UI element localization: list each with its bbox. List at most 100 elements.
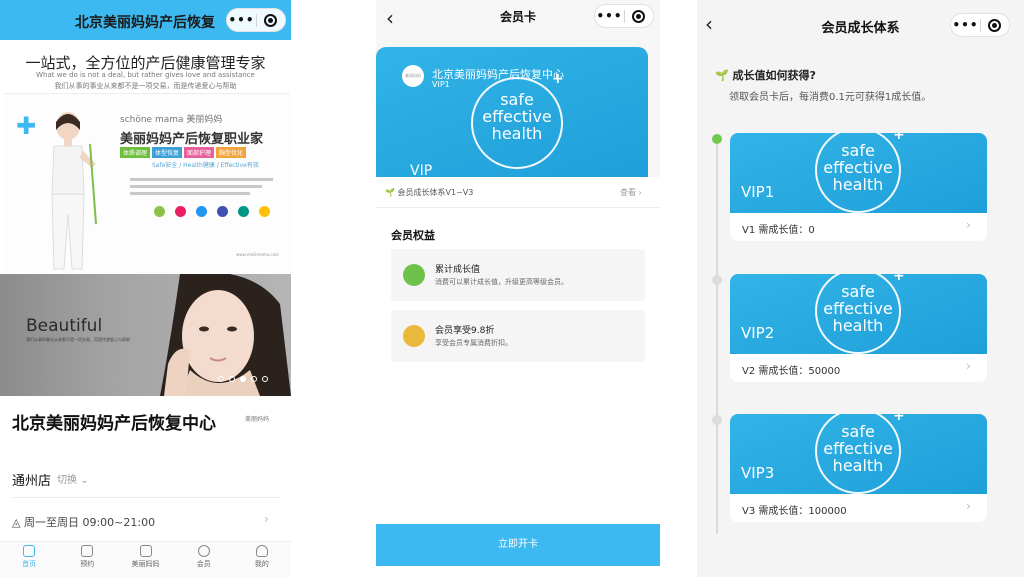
open-card-button[interactable]: 立即开卡 bbox=[376, 524, 660, 566]
timeline-dot bbox=[712, 415, 722, 425]
feature-icons bbox=[154, 206, 270, 217]
banner-subline: 我们从事的事业从来都不是一项交易，而是传递爱心与帮助 bbox=[26, 337, 130, 342]
timeline-dot-active bbox=[712, 134, 722, 144]
carousel-dot[interactable] bbox=[218, 376, 224, 382]
level-requirement: V3 需成长值：100000 bbox=[742, 506, 847, 517]
carousel-dot[interactable] bbox=[229, 376, 235, 382]
benefit-desc: 消费可以累计成长值，升级更高等级会员。 bbox=[435, 278, 568, 286]
tab-label: 我的 bbox=[254, 560, 269, 568]
rights-title: 会员权益 bbox=[391, 229, 435, 242]
sprout-icon: 🌱 bbox=[385, 188, 395, 197]
store-name: 北京美丽妈妈产后恢复中心 bbox=[12, 414, 216, 434]
level-card-v3[interactable]: safe effective health + VIP3 V3 需成长值：100… bbox=[730, 414, 987, 522]
benefit-title: 会员享受9.8折 bbox=[435, 326, 495, 336]
branch-name: 通州店 bbox=[12, 474, 52, 489]
level-requirement: V2 需成长值：50000 bbox=[742, 366, 841, 377]
close-mini-program-button[interactable] bbox=[981, 18, 1009, 32]
tab-booking[interactable]: 预约 bbox=[58, 542, 116, 577]
mini-program-capsule: ••• bbox=[226, 8, 286, 32]
ring-word: health bbox=[832, 174, 884, 194]
promo-banner[interactable]: ✚ schöne mama 美丽妈妈 美丽妈妈产后恢复职业家 体质调理 体型恢复… bbox=[4, 93, 290, 273]
percent-icon bbox=[403, 325, 425, 347]
more-menu-button[interactable]: ••• bbox=[227, 13, 256, 27]
plus-icon: + bbox=[552, 71, 564, 87]
plus-icon: + bbox=[893, 133, 905, 143]
level-card-banner: safe effective health + VIP1 bbox=[730, 133, 987, 213]
carousel-indicators bbox=[218, 376, 268, 382]
face-image bbox=[160, 274, 291, 396]
carousel-dot[interactable] bbox=[262, 376, 268, 382]
slogan: 一站式，全方位的产后健康管理专家 bbox=[25, 54, 266, 72]
service-tags: 体质调理 体型恢复 面部护理 胸型优化 bbox=[120, 147, 247, 158]
nav-bar: ‹ 会员卡 ••• bbox=[376, 0, 660, 40]
card-level-partial: VIP bbox=[410, 163, 433, 177]
slogan-chinese-small: 我们从事的事业从来都不是一项交易，而是传递爱心与帮助 bbox=[54, 82, 237, 90]
switch-branch-button[interactable]: 切换 ⌄ bbox=[57, 471, 89, 486]
ring-word: health bbox=[491, 123, 543, 143]
banner-title: 美丽妈妈产后恢复职业家 bbox=[120, 132, 264, 147]
ring-text: safe effective health bbox=[815, 423, 901, 475]
plus-icon: + bbox=[893, 414, 905, 424]
slogan-english: What we do is not a deal, but rather giv… bbox=[36, 71, 255, 79]
tab-bar: 首页 预约 美丽妈妈 会员 我的 bbox=[0, 541, 291, 577]
tab-home[interactable]: 首页 bbox=[0, 542, 58, 577]
chevron-right-icon: › bbox=[966, 499, 971, 513]
ring-word: health bbox=[832, 455, 884, 475]
chevron-right-icon: › bbox=[966, 359, 971, 373]
hours-text: 周一至周日 09:00~21:00 bbox=[23, 516, 156, 529]
tab-mine[interactable]: 我的 bbox=[233, 542, 291, 577]
growth-system-link[interactable]: 🌱 会员成长体系V1~V3 bbox=[385, 187, 473, 198]
level-card-v2[interactable]: safe effective health + VIP2 V2 需成长值：500… bbox=[730, 274, 987, 382]
growth-system-screen: ‹ 会员成长体系 ••• 🌱 成长值如何获得? 领取会员卡后，每消费0.1元可获… bbox=[697, 0, 1024, 577]
record-icon bbox=[988, 18, 1002, 32]
level-requirement: V1 需成长值：0 bbox=[742, 225, 815, 236]
benefit-item: 累计成长值 消费可以累计成长值，升级更高等级会员。 bbox=[391, 249, 645, 301]
tab-member[interactable]: 会员 bbox=[175, 542, 233, 577]
benefit-title: 累计成长值 bbox=[435, 265, 481, 275]
more-menu-button[interactable]: ••• bbox=[951, 18, 980, 32]
brand-icon bbox=[139, 545, 152, 557]
ring-text: safe effective health bbox=[471, 91, 563, 143]
level-name: VIP1 bbox=[741, 183, 775, 201]
growth-question: 🌱 成长值如何获得? bbox=[715, 67, 816, 83]
feature-icon bbox=[217, 206, 228, 217]
record-icon bbox=[632, 9, 646, 23]
feature-icon bbox=[154, 206, 165, 217]
feature-icon bbox=[259, 206, 270, 217]
member-card[interactable]: 美丽妈妈 北京美丽妈妈产后恢复中心 VIP1 safe effective he… bbox=[376, 47, 648, 177]
nav-bar: 北京美丽妈妈产后恢复 ••• bbox=[0, 0, 291, 40]
text-lines bbox=[130, 178, 280, 199]
brand-name: schöne mama 美丽妈妈 bbox=[120, 115, 223, 125]
card-detail-sheet: 🌱 会员成长体系V1~V3 查看 › 会员权益 累计成长值 消费可以累计成长值，… bbox=[376, 177, 660, 577]
sprout-icon: 🌱 bbox=[715, 69, 729, 82]
clock-icon: ◬ bbox=[12, 516, 21, 529]
home-icon bbox=[23, 545, 36, 557]
more-menu-button[interactable]: ••• bbox=[595, 9, 624, 23]
calendar-icon bbox=[81, 545, 94, 557]
chevron-right-icon: › bbox=[638, 188, 642, 197]
tag: 体质调理 bbox=[120, 147, 151, 158]
level-card-v1[interactable]: safe effective health + VIP1 V1 需成长值：0 › bbox=[730, 133, 987, 241]
view-button[interactable]: 查看 › bbox=[620, 187, 642, 198]
divider bbox=[376, 207, 660, 208]
level-card-banner: safe effective health + VIP2 bbox=[730, 274, 987, 354]
business-hours[interactable]: ◬ 周一至周日 09:00~21:00 bbox=[12, 514, 155, 530]
chevron-down-icon: ⌄ bbox=[80, 475, 89, 486]
tab-label: 会员 bbox=[196, 560, 211, 568]
tab-label: 预约 bbox=[80, 560, 95, 568]
timeline-line bbox=[716, 139, 718, 534]
tag: 面部护理 bbox=[184, 147, 215, 158]
sprout-icon bbox=[403, 264, 425, 286]
carousel-dot[interactable] bbox=[251, 376, 257, 382]
benefit-item: 会员享受9.8折 享受会员专属消费折扣。 bbox=[391, 310, 645, 362]
feature-icon bbox=[175, 206, 186, 217]
card-level: VIP1 bbox=[432, 80, 450, 89]
record-icon bbox=[264, 13, 278, 27]
close-mini-program-button[interactable] bbox=[257, 13, 285, 27]
carousel-dot-active[interactable] bbox=[240, 376, 246, 382]
tab-brand[interactable]: 美丽妈妈 bbox=[116, 542, 174, 577]
tag: 胸型优化 bbox=[216, 147, 247, 158]
safe-health-effective: Safe安全 / Health健康 / Effective有效 bbox=[152, 162, 259, 169]
close-mini-program-button[interactable] bbox=[625, 9, 653, 23]
growth-link-label: 会员成长体系V1~V3 bbox=[397, 188, 474, 197]
